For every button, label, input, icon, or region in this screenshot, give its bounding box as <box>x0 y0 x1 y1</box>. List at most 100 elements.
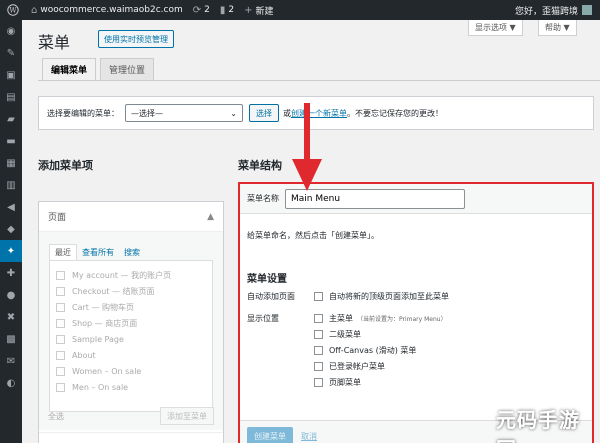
checkbox[interactable] <box>56 302 65 312</box>
comment-bubble-icon: ▮ <box>219 4 226 16</box>
location-option[interactable]: Off-Canvas (滑动) 菜单 <box>314 345 416 356</box>
subtab-recent[interactable]: 最近 <box>49 244 77 260</box>
list-item[interactable]: Cart — 购物车页 <box>56 299 212 315</box>
location-option[interactable]: 页脚菜单 <box>314 377 361 388</box>
checkbox[interactable] <box>56 382 65 392</box>
checkbox[interactable] <box>314 292 323 301</box>
nav-tabs: 编辑菜单 管理位置 <box>42 58 158 80</box>
greeting: 您好，歪猫跨境 <box>514 6 578 17</box>
checkbox[interactable] <box>314 346 323 355</box>
cancel-link[interactable]: 取消 <box>301 431 317 442</box>
site-name-link[interactable]: ⌂ woocommerce.waimaob2c.com <box>26 0 188 20</box>
media-icon[interactable]: ▣ <box>0 64 22 86</box>
posts-section-header[interactable]: 文章 ▼ <box>39 432 223 443</box>
auto-add-option[interactable]: 自动将新的顶级页面添加至此菜单 <box>314 291 449 302</box>
pin-icon[interactable]: ✎ <box>0 42 22 64</box>
site-name: woocommerce.waimaob2c.com <box>40 5 183 15</box>
instruction-text: 给菜单命名，然后点击「创建菜单」。 <box>247 231 379 240</box>
checkbox[interactable] <box>56 350 65 360</box>
location-option[interactable]: 二级菜单 <box>314 329 361 340</box>
watermark-logo: 元码手游网 <box>496 408 580 443</box>
svg-text:W: W <box>9 7 17 15</box>
add-to-menu-button[interactable]: 添加至菜单 <box>160 407 214 425</box>
updates-link[interactable]: ⟳ 2 <box>188 0 215 20</box>
subtab-search[interactable]: 搜索 <box>119 244 145 260</box>
red-arrow-icon <box>292 103 322 191</box>
pages-section-footer: 全选 添加至菜单 <box>39 401 223 431</box>
tools-icon[interactable]: ✖ <box>0 306 22 328</box>
comments-link[interactable]: ▮ 2 <box>215 0 239 20</box>
users-icon[interactable]: ● <box>0 284 22 306</box>
new-content-link[interactable]: + 新建 <box>239 0 278 20</box>
account-menu[interactable]: 您好，歪猫跨境 <box>510 0 600 20</box>
dashboard-icon[interactable]: ◉ <box>0 20 22 42</box>
list-item[interactable]: Checkout — 结账页面 <box>56 283 212 299</box>
checkbox[interactable] <box>56 366 65 376</box>
list-item[interactable]: Sample Page <box>56 331 212 347</box>
pages-checklist: My account — 我的账户页 Checkout — 结账页面 Cart … <box>49 260 213 412</box>
auto-add-label: 自动添加页面 <box>247 292 295 301</box>
checkbox[interactable] <box>314 362 323 371</box>
selector-label: 选择要编辑的菜单： <box>47 108 119 118</box>
list-item[interactable]: Women – On sale <box>56 363 212 379</box>
chevron-down-icon: ⌄ <box>230 108 237 118</box>
woo-icon[interactable]: ▬ <box>0 130 22 152</box>
page-title: 菜单 <box>38 33 71 52</box>
checkbox[interactable] <box>56 334 65 344</box>
location-option[interactable]: 已登录帐户菜单 <box>314 361 385 372</box>
mail-icon[interactable]: ✉ <box>0 350 22 372</box>
products-icon[interactable]: ▦ <box>0 152 22 174</box>
menu-settings-title: 菜单设置 <box>247 274 287 285</box>
main-content: 菜单 使用实时预览管理 显示选项 ▼ 帮助 ▼ 编辑菜单 管理位置 选择要编辑的… <box>22 20 600 443</box>
checkbox[interactable] <box>314 378 323 387</box>
help-label: 帮助 <box>545 23 561 32</box>
checkbox[interactable] <box>314 330 323 339</box>
comments-count: 2 <box>228 5 235 15</box>
avatar <box>582 5 592 15</box>
checkbox[interactable] <box>56 286 65 296</box>
checkbox[interactable] <box>56 270 65 280</box>
triangle-down-icon: ▼ <box>563 23 570 32</box>
pages-subtabs: 最近 查看所有 搜索 <box>49 244 145 260</box>
settings-icon[interactable]: ▩ <box>0 328 22 350</box>
page-icon[interactable]: ▤ <box>0 86 22 108</box>
display-location-label: 显示位置 <box>247 314 279 323</box>
collapse-icon[interactable]: ◐ <box>0 372 22 394</box>
analytics-icon[interactable]: ▥ <box>0 174 22 196</box>
admin-bar: W ⌂ woocommerce.waimaob2c.com ⟳ 2 ▮ 2 + … <box>0 0 600 20</box>
list-item[interactable]: Men – On sale <box>56 379 212 395</box>
menu-structure-heading: 菜单结构 <box>238 159 282 172</box>
appearance-menus-icon[interactable]: ✦ <box>0 240 22 262</box>
plus-icon: + <box>244 4 253 16</box>
triangle-down-icon: ▼ <box>509 23 516 32</box>
marketing-icon[interactable]: ◀ <box>0 196 22 218</box>
plugins-icon[interactable]: ✚ <box>0 262 22 284</box>
appearance-icon[interactable]: ◆ <box>0 218 22 240</box>
refresh-icon: ⟳ <box>192 4 202 16</box>
pages-section-title: 页面 <box>48 213 67 223</box>
subtab-view-all[interactable]: 查看所有 <box>77 244 119 260</box>
list-item[interactable]: My account — 我的账户页 <box>56 267 212 283</box>
checkbox[interactable] <box>314 314 323 323</box>
menu-select[interactable]: —选择— ⌄ <box>125 104 243 122</box>
select-button[interactable]: 选择 <box>249 104 279 122</box>
list-item[interactable]: About <box>56 347 212 363</box>
wordpress-logo-icon[interactable]: W <box>0 0 26 20</box>
help-button[interactable]: 帮助 ▼ <box>538 20 577 36</box>
menu-select-value: —选择— <box>131 108 163 118</box>
location-option[interactable]: 主菜单 （当前设置为：Primary Menu） <box>314 313 447 324</box>
triangle-up-icon: ▲ <box>207 211 214 222</box>
live-preview-button[interactable]: 使用实时预览管理 <box>98 30 174 48</box>
tab-manage-locations[interactable]: 管理位置 <box>100 58 155 80</box>
menu-name-label: 菜单名称 <box>247 194 279 203</box>
tab-edit-menus[interactable]: 编辑菜单 <box>42 58 97 80</box>
create-menu-button[interactable]: 创建菜单 <box>247 427 293 443</box>
select-all-label[interactable]: 全选 <box>48 411 64 422</box>
comment-icon[interactable]: ▰ <box>0 108 22 130</box>
admin-side-menu: ◉ ✎ ▣ ▤ ▰ ▬ ▦ ▥ ◀ ◆ ✦ ✚ ● ✖ ▩ ✉ ◐ <box>0 20 22 443</box>
checkbox[interactable] <box>56 318 65 328</box>
screen-options-button[interactable]: 显示选项 ▼ <box>468 20 523 36</box>
pages-section-header[interactable]: 页面 ▲ <box>39 202 223 232</box>
reminder-text: 。不要忘记保存您的更改！ <box>347 108 443 118</box>
list-item[interactable]: Shop — 商店页面 <box>56 315 212 331</box>
